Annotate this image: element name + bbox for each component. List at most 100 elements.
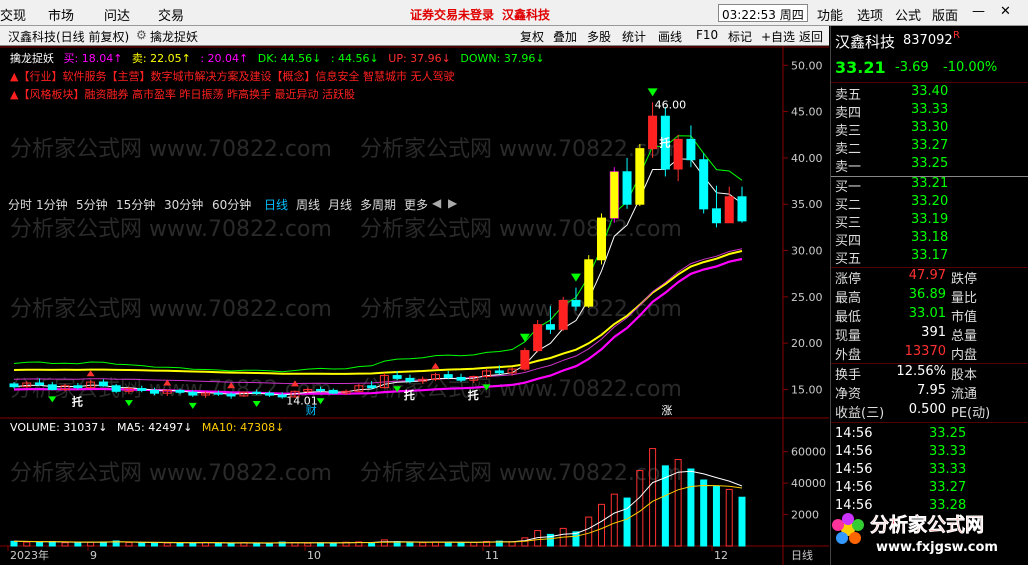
- toolbar-button-stats[interactable]: 统计: [622, 28, 646, 45]
- candle-body[interactable]: [149, 389, 159, 394]
- menu-item-trade-view[interactable]: 交现: [0, 5, 26, 24]
- candle-body[interactable]: [226, 393, 236, 397]
- candle-body[interactable]: [367, 385, 377, 389]
- menu-item-options[interactable]: 选项: [857, 5, 883, 24]
- period-tab-multi[interactable]: 多周期: [360, 196, 396, 213]
- volume-bar[interactable]: [265, 542, 273, 547]
- candle-body[interactable]: [111, 385, 121, 392]
- volume-bar[interactable]: [623, 497, 631, 547]
- volume-bar[interactable]: [214, 542, 222, 547]
- candle-body[interactable]: [213, 392, 223, 395]
- candle-body-filled[interactable]: [597, 218, 606, 260]
- volume-bar[interactable]: [687, 468, 695, 547]
- candle-body[interactable]: [264, 392, 274, 396]
- candle-body[interactable]: [328, 389, 338, 394]
- candle-body[interactable]: [252, 391, 262, 394]
- volume-bar[interactable]: [125, 542, 133, 547]
- volume-bar[interactable]: [304, 542, 312, 547]
- volume-bar[interactable]: [227, 542, 235, 547]
- volume-bar[interactable]: [176, 542, 184, 547]
- ask-price[interactable]: 33.40: [911, 84, 948, 99]
- menu-item-trade[interactable]: 交易: [158, 5, 184, 24]
- volume-bar[interactable]: [457, 542, 465, 547]
- volume-bar[interactable]: [406, 541, 414, 547]
- candle-body-filled[interactable]: [520, 350, 529, 370]
- close-icon[interactable]: ✕: [1000, 4, 1011, 19]
- settings-icon[interactable]: ⚙: [136, 28, 147, 42]
- candle-body[interactable]: [571, 300, 581, 307]
- volume-bar[interactable]: [329, 542, 337, 547]
- candle-body[interactable]: [405, 377, 415, 382]
- period-tab-fenshi[interactable]: 分时: [8, 196, 32, 213]
- ask-price[interactable]: 33.30: [911, 120, 948, 135]
- candle-body[interactable]: [392, 375, 402, 379]
- menu-item-market[interactable]: 市场: [48, 5, 74, 24]
- toolbar-button-draw[interactable]: 画线: [658, 28, 682, 45]
- volume-bar[interactable]: [598, 503, 606, 547]
- volume-bar[interactable]: [150, 542, 158, 547]
- period-tab-60min[interactable]: 60分钟: [212, 196, 251, 213]
- candlestick-chart-svg[interactable]: 分析家公式网 www.70822.com 分析家公式网 www.70822.com…: [0, 46, 829, 565]
- period-next-icon[interactable]: ▶: [448, 196, 457, 210]
- volume-bar[interactable]: [444, 541, 452, 547]
- period-tab-daily[interactable]: 日线: [264, 196, 288, 213]
- volume-bar[interactable]: [738, 496, 746, 547]
- candle-body[interactable]: [711, 208, 721, 224]
- candle-body[interactable]: [737, 196, 747, 222]
- candle-body[interactable]: [47, 384, 57, 390]
- toolbar-button-overlay[interactable]: 叠加: [553, 28, 577, 45]
- volume-bar[interactable]: [712, 485, 720, 547]
- bid-price[interactable]: 33.20: [911, 194, 948, 209]
- period-tab-weekly[interactable]: 周线: [296, 196, 320, 213]
- candle-body[interactable]: [686, 138, 696, 161]
- candle-body[interactable]: [175, 389, 185, 393]
- candle-body[interactable]: [9, 383, 19, 388]
- candle-body[interactable]: [35, 382, 45, 386]
- candle-body[interactable]: [277, 394, 287, 398]
- volume-bar[interactable]: [317, 542, 325, 547]
- toolbar-button-add-watchlist[interactable]: +自选: [761, 28, 795, 45]
- volume-bar[interactable]: [36, 542, 44, 547]
- candle-body-filled[interactable]: [725, 196, 734, 223]
- volume-bar[interactable]: [61, 542, 69, 547]
- candle-body-filled[interactable]: [635, 148, 644, 205]
- chart-area[interactable]: 分析家公式网 www.70822.com 分析家公式网 www.70822.com…: [0, 46, 829, 565]
- candle-body[interactable]: [316, 388, 326, 391]
- bid-price[interactable]: 33.17: [911, 248, 948, 263]
- candle-body[interactable]: [622, 171, 632, 205]
- volume-bar[interactable]: [10, 540, 18, 547]
- ask-price[interactable]: 33.25: [911, 156, 948, 171]
- menu-item-function[interactable]: 功能: [817, 5, 843, 24]
- volume-bar[interactable]: [610, 493, 618, 547]
- volume-bar[interactable]: [419, 542, 427, 547]
- volume-bar[interactable]: [23, 541, 31, 547]
- ask-price[interactable]: 33.27: [911, 138, 948, 153]
- period-tab-monthly[interactable]: 月线: [328, 196, 352, 213]
- candle-body-filled[interactable]: [610, 171, 619, 219]
- candle-body-filled[interactable]: [584, 259, 593, 307]
- period-tab-1min[interactable]: 1分钟: [36, 196, 68, 213]
- bid-price[interactable]: 33.19: [911, 212, 948, 227]
- volume-bar[interactable]: [470, 541, 478, 547]
- ask-price[interactable]: 33.33: [911, 102, 948, 117]
- volume-bar[interactable]: [380, 539, 388, 547]
- bid-price[interactable]: 33.21: [911, 176, 948, 191]
- volume-bar[interactable]: [138, 542, 146, 547]
- volume-bar[interactable]: [189, 542, 197, 547]
- toolbar-button-fuquan[interactable]: 复权: [520, 28, 544, 45]
- candle-body[interactable]: [699, 159, 709, 210]
- candle-body-filled[interactable]: [559, 300, 568, 330]
- candle-body[interactable]: [443, 374, 453, 378]
- candle-body[interactable]: [137, 388, 147, 391]
- period-prev-icon[interactable]: ◀: [432, 196, 441, 210]
- toolbar-button-back[interactable]: 返回: [799, 28, 823, 45]
- volume-bar[interactable]: [700, 479, 708, 547]
- bid-price[interactable]: 33.18: [911, 230, 948, 245]
- period-tab-more[interactable]: 更多: [404, 196, 428, 213]
- period-tab-30min[interactable]: 30分钟: [164, 196, 203, 213]
- minimize-icon[interactable]: —: [972, 4, 985, 19]
- volume-bar[interactable]: [585, 516, 593, 547]
- period-tab-5min[interactable]: 5分钟: [76, 196, 108, 213]
- toolbar-button-multi[interactable]: 多股: [587, 28, 611, 45]
- period-tab-15min[interactable]: 15分钟: [116, 196, 155, 213]
